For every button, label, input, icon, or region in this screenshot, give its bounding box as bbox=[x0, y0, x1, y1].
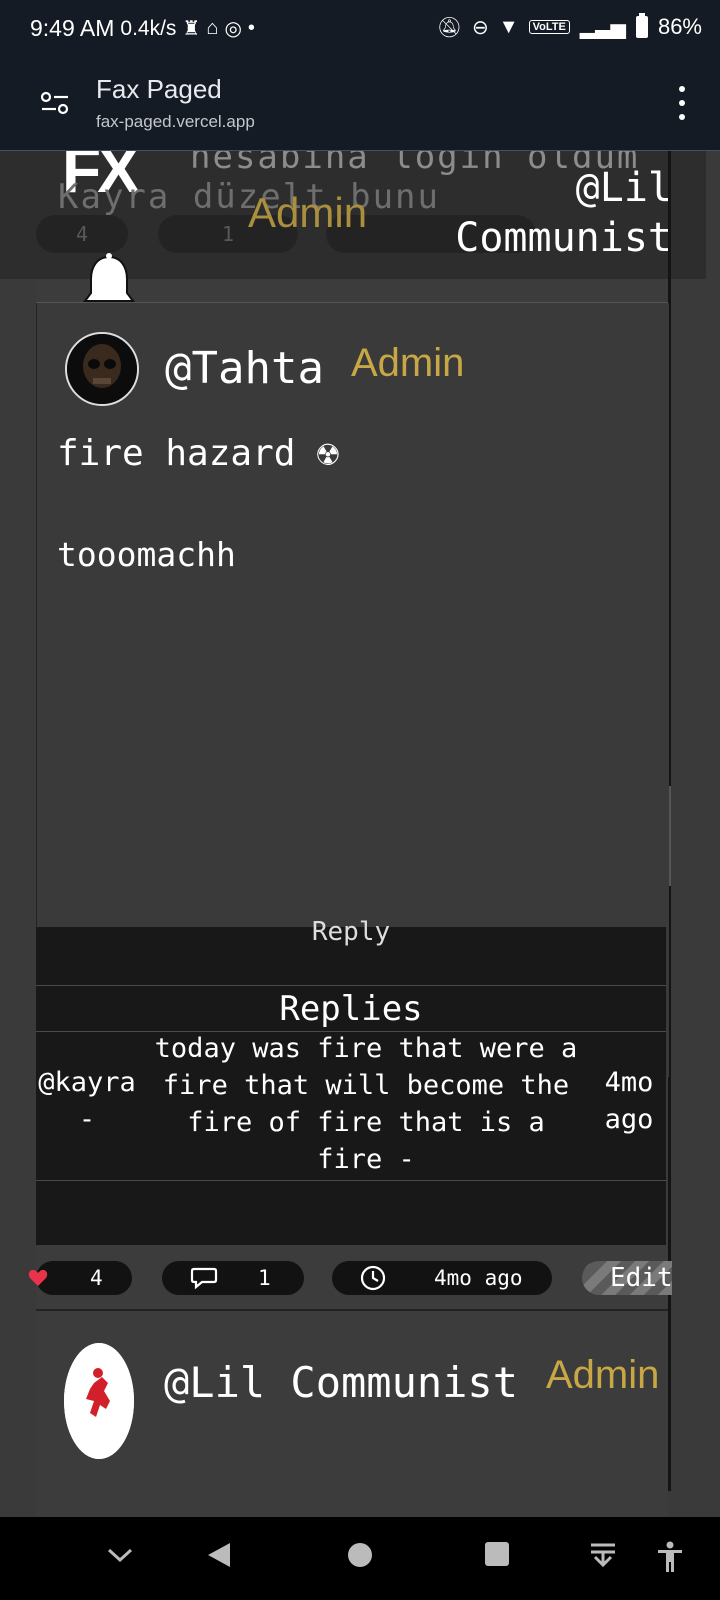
home-icon[interactable] bbox=[346, 1541, 374, 1569]
avatar[interactable] bbox=[65, 332, 139, 406]
more-options-icon[interactable] bbox=[678, 86, 686, 120]
skull-avatar-icon bbox=[67, 334, 137, 404]
divider bbox=[36, 985, 666, 986]
replies-heading: Replies bbox=[279, 989, 423, 1029]
admin-badge: Admin bbox=[248, 189, 368, 236]
signal-icon: ▂▃▅ bbox=[579, 16, 626, 39]
battery-icon bbox=[635, 13, 648, 38]
time-pill: 4mo ago bbox=[332, 1261, 552, 1295]
reply-author[interactable]: @kayra - bbox=[36, 1064, 138, 1138]
avatar[interactable] bbox=[64, 1343, 134, 1459]
comment-button[interactable]: 1 bbox=[162, 1261, 304, 1295]
comment-count: 1 bbox=[258, 1266, 271, 1290]
wifi-icon: ▼ bbox=[498, 15, 519, 38]
site-settings-icon[interactable] bbox=[40, 89, 70, 117]
edit-label: Edit bbox=[610, 1263, 673, 1293]
admin-badge: Admin bbox=[351, 341, 465, 385]
comment-icon bbox=[190, 1267, 218, 1290]
battery-percent: 86% bbox=[657, 14, 702, 39]
download-icon[interactable] bbox=[588, 1541, 618, 1571]
clock-icon bbox=[360, 1265, 386, 1291]
red-figure-avatar-icon bbox=[64, 1343, 134, 1459]
post-time: 4mo ago bbox=[434, 1266, 523, 1290]
page-url[interactable]: fax-paged.vercel.app bbox=[96, 112, 255, 132]
page-title: Fax Paged bbox=[96, 74, 222, 104]
reply-text: today was fire that were a fire that wil… bbox=[154, 1033, 578, 1175]
like-count: 4 bbox=[90, 1266, 103, 1290]
admin-badge: Admin bbox=[546, 1353, 660, 1397]
reply-button[interactable]: Reply bbox=[36, 917, 666, 947]
like-button[interactable]: 4 bbox=[36, 1261, 132, 1295]
notifications-off-icon: 🔕︎ bbox=[436, 16, 463, 39]
post-body: tooomachh bbox=[57, 535, 236, 574]
reply-time: 4mo ago bbox=[604, 1067, 654, 1135]
web-content: FX hesabına login oldum Kayra düzelt bun… bbox=[0, 151, 720, 1517]
post-author[interactable]: @Lil Communist bbox=[164, 1355, 544, 1411]
castle-icon: ♜ bbox=[182, 18, 201, 40]
accessibility-icon[interactable] bbox=[656, 1541, 684, 1573]
ghost-like-pill: 4 bbox=[36, 215, 128, 253]
dot-icon: • bbox=[247, 17, 255, 39]
clock: 9:49 AM bbox=[30, 15, 115, 41]
heart-icon bbox=[28, 1269, 48, 1286]
broom-icon: ⌂ bbox=[206, 17, 219, 39]
replies-panel: Reply Replies @kayra - today was fire th… bbox=[36, 917, 666, 1245]
network-speed: 0.4k/s bbox=[120, 16, 177, 40]
vpn-icon: ◎ bbox=[224, 18, 242, 40]
system-nav-bar bbox=[0, 1517, 720, 1600]
status-bar: 9:49 AM 0.4k/s ♜ ⌂ ◎ • 🔕︎ ⊖ ▼ VoLTE ▂▃▅ … bbox=[0, 0, 720, 56]
post-author[interactable]: @Tahta bbox=[165, 343, 324, 394]
edit-button[interactable]: Edit bbox=[582, 1261, 673, 1295]
do-not-disturb-icon: ⊖ bbox=[472, 16, 489, 39]
post-title: fire hazard ☢ bbox=[57, 433, 339, 474]
back-icon[interactable] bbox=[206, 1541, 232, 1569]
reply-row: @kayra - today was fire that were a fire… bbox=[36, 1032, 666, 1180]
divider bbox=[36, 1309, 668, 1311]
divider bbox=[36, 1180, 666, 1181]
chevron-down-icon[interactable] bbox=[106, 1545, 134, 1565]
volte-badge: VoLTE bbox=[528, 20, 570, 34]
browser-toolbar: Fax Paged fax-paged.vercel.app bbox=[0, 56, 720, 151]
current-user-name[interactable]: @Lil Communist bbox=[432, 163, 672, 263]
recents-icon[interactable] bbox=[484, 1541, 510, 1567]
